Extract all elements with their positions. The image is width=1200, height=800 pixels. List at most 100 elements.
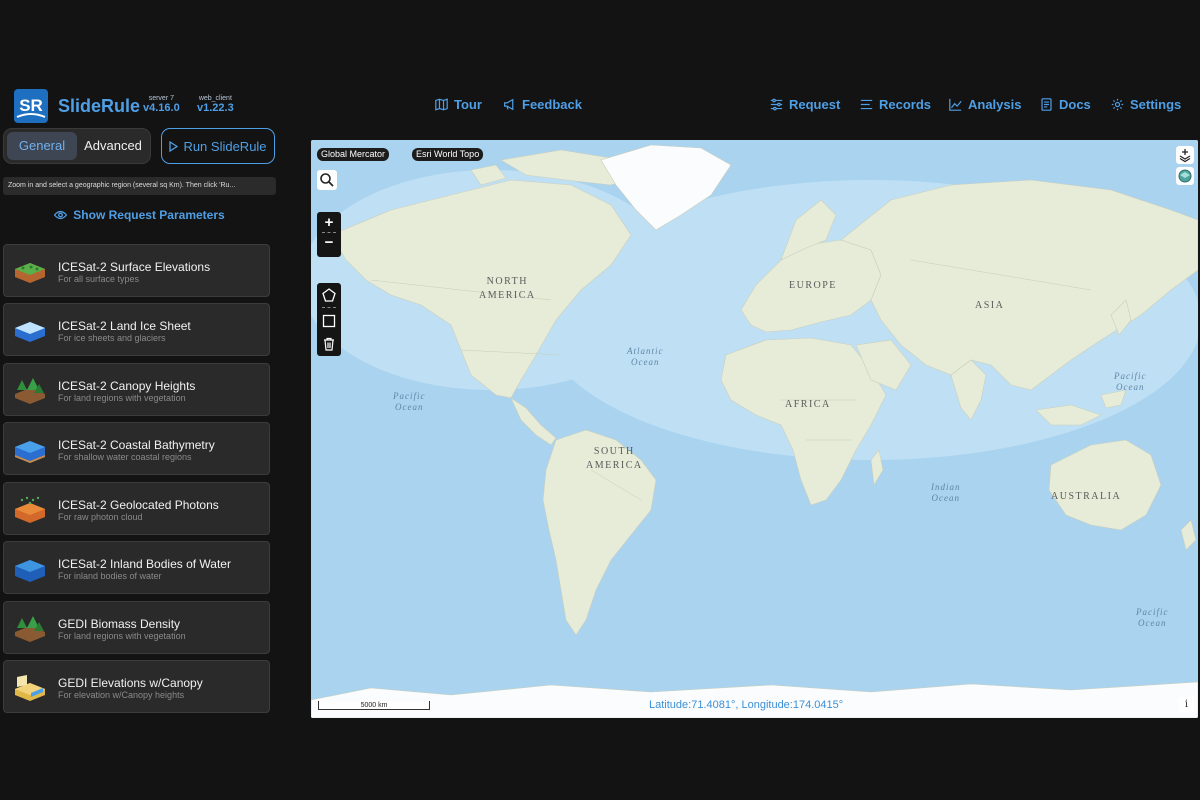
card-subtitle: For all surface types — [58, 274, 140, 284]
label-line: Atlantic — [627, 346, 664, 356]
run-sliderule-button[interactable]: Run SlideRule — [161, 128, 275, 164]
trees-icon — [15, 378, 45, 404]
inland-water-icon — [15, 560, 45, 582]
nav-settings[interactable]: Settings — [1111, 97, 1181, 112]
card-title: ICESat-2 Inland Bodies of Water — [58, 557, 231, 571]
card-subtitle: For shallow water coastal regions — [58, 452, 192, 462]
cursor-coordinates: Latitude:71.4081°, Longitude:174.0415° — [649, 699, 844, 711]
card-geolocated-photons[interactable]: ICESat-2 Geolocated Photons For raw phot… — [3, 482, 270, 535]
label-north-america: NORTH AMERICA — [479, 275, 536, 303]
nav-tour[interactable]: Tour — [435, 97, 482, 112]
label-line: Pacific — [393, 391, 426, 401]
card-subtitle: For raw photon cloud — [58, 512, 143, 522]
card-canopy-heights[interactable]: ICESat-2 Canopy Heights For land regions… — [3, 363, 270, 416]
client-version-number: v1.22.3 — [197, 102, 234, 114]
label-line: Pacific — [1114, 371, 1147, 381]
card-subtitle: For elevation w/Canopy heights — [58, 690, 185, 700]
label-line: SOUTH — [593, 446, 635, 457]
map-icon — [435, 98, 448, 111]
card-surface-elevations[interactable]: ICESat-2 Surface Elevations For all surf… — [3, 244, 270, 297]
trash-icon[interactable] — [322, 337, 336, 351]
draw-divider — [322, 307, 336, 308]
logo-text: SR — [19, 96, 43, 115]
label-asia: ASIA — [975, 300, 1005, 311]
label-line: Indian — [931, 482, 961, 492]
nav-feedback[interactable]: Feedback — [503, 97, 582, 112]
label-africa: AFRICA — [785, 399, 831, 410]
server-label: server 7 — [148, 95, 174, 102]
gear-icon — [1111, 98, 1124, 111]
zoom-control: + − — [317, 212, 341, 257]
label-line: AMERICA — [479, 290, 536, 301]
nav-records[interactable]: Records — [860, 97, 931, 112]
attribution-info-button[interactable]: i — [1179, 697, 1194, 712]
run-button-label: Run SlideRule — [183, 138, 267, 154]
label-australia: AUSTRALIA — [1051, 491, 1122, 502]
card-subtitle: For land regions with vegetation — [58, 631, 186, 641]
zoom-in-button[interactable]: + — [317, 212, 341, 232]
label-europe: EUROPE — [789, 280, 837, 291]
card-title: ICESat-2 Coastal Bathymetry — [58, 438, 215, 452]
nav-settings-label: Settings — [1130, 97, 1182, 112]
label-pacific-ocean-south: Pacific Ocean — [1136, 607, 1169, 629]
tab-general[interactable]: General — [7, 132, 77, 160]
label-line: Ocean — [931, 493, 960, 503]
app-title: SlideRule — [58, 96, 141, 116]
draw-tools — [317, 283, 341, 356]
nav-docs-label: Docs — [1059, 97, 1091, 112]
instruction-hint: Zoom in and select a geographic region (… — [3, 177, 276, 195]
layers-icon[interactable] — [1176, 167, 1194, 185]
label-south-america: SOUTH AMERICA — [586, 445, 643, 473]
label-line: AMERICA — [586, 460, 643, 471]
card-gedi-elevations-canopy[interactable]: GEDI Elevations w/Canopy For elevation w… — [3, 660, 270, 713]
client-version: web_client v1.22.3 — [197, 95, 234, 114]
label-line: Ocean — [395, 402, 424, 412]
sliderule-logo[interactable]: SR — [14, 89, 48, 123]
card-gedi-biomass-density[interactable]: GEDI Biomass Density For land regions wi… — [3, 601, 270, 654]
nav-docs[interactable]: Docs — [1040, 97, 1091, 112]
client-label: web_client — [198, 95, 232, 102]
show-params-label: Show Request Parameters — [73, 208, 225, 222]
water-layers-icon — [15, 441, 45, 463]
nav-analysis[interactable]: Analysis — [949, 97, 1021, 112]
mode-toggle: General Advanced — [3, 128, 151, 164]
basemap-chip[interactable]: Esri World Topo — [412, 148, 484, 161]
nav-analysis-label: Analysis — [968, 97, 1022, 112]
server-version: server 7 v4.16.0 — [143, 95, 180, 114]
nav-request[interactable]: Request — [770, 97, 840, 112]
label-atlantic-ocean: Atlantic Ocean — [627, 346, 664, 368]
card-subtitle: For land regions with vegetation — [58, 393, 186, 403]
label-pacific-ocean-east: Pacific Ocean — [1114, 371, 1147, 393]
card-coastal-bathymetry[interactable]: ICESat-2 Coastal Bathymetry For shallow … — [3, 422, 270, 475]
list-icon — [860, 99, 873, 110]
world-basemap — [311, 140, 1198, 718]
zoom-out-button[interactable]: − — [317, 233, 341, 253]
chart-icon — [949, 98, 962, 111]
projection-chip[interactable]: Global Mercator — [317, 148, 390, 161]
card-title: ICESat-2 Land Ice Sheet — [58, 319, 191, 333]
book-icon — [1041, 98, 1052, 111]
nav-feedback-label: Feedback — [522, 97, 582, 112]
play-icon — [169, 140, 179, 152]
eye-icon — [54, 210, 68, 220]
polygon-draw-icon[interactable] — [322, 288, 336, 302]
add-layer-icon[interactable] — [1176, 146, 1194, 164]
elevation-canopy-icon — [15, 675, 45, 701]
terrain-layers-icon — [15, 263, 45, 283]
tab-advanced[interactable]: Advanced — [78, 132, 148, 160]
show-request-parameters-button[interactable]: Show Request Parameters — [3, 208, 276, 222]
sliders-icon — [770, 98, 783, 111]
ice-sheet-icon — [15, 322, 45, 342]
rectangle-draw-icon[interactable] — [322, 314, 336, 328]
label-line: Ocean — [631, 357, 660, 367]
card-inland-bodies-of-water[interactable]: ICESat-2 Inland Bodies of Water For inla… — [3, 541, 270, 594]
card-land-ice-sheet[interactable]: ICESat-2 Land Ice Sheet For ice sheets a… — [3, 303, 270, 356]
label-line: Pacific — [1136, 607, 1169, 617]
nav-tour-label: Tour — [454, 97, 482, 112]
label-indian-ocean: Indian Ocean — [931, 482, 961, 504]
search-icon[interactable] — [317, 170, 337, 190]
card-title: GEDI Elevations w/Canopy — [58, 676, 203, 690]
map-view[interactable]: NORTH AMERICA SOUTH AMERICA EUROPE ASIA … — [311, 140, 1198, 718]
card-title: ICESat-2 Surface Elevations — [58, 260, 211, 274]
scale-bar: 5000 km — [318, 701, 430, 710]
